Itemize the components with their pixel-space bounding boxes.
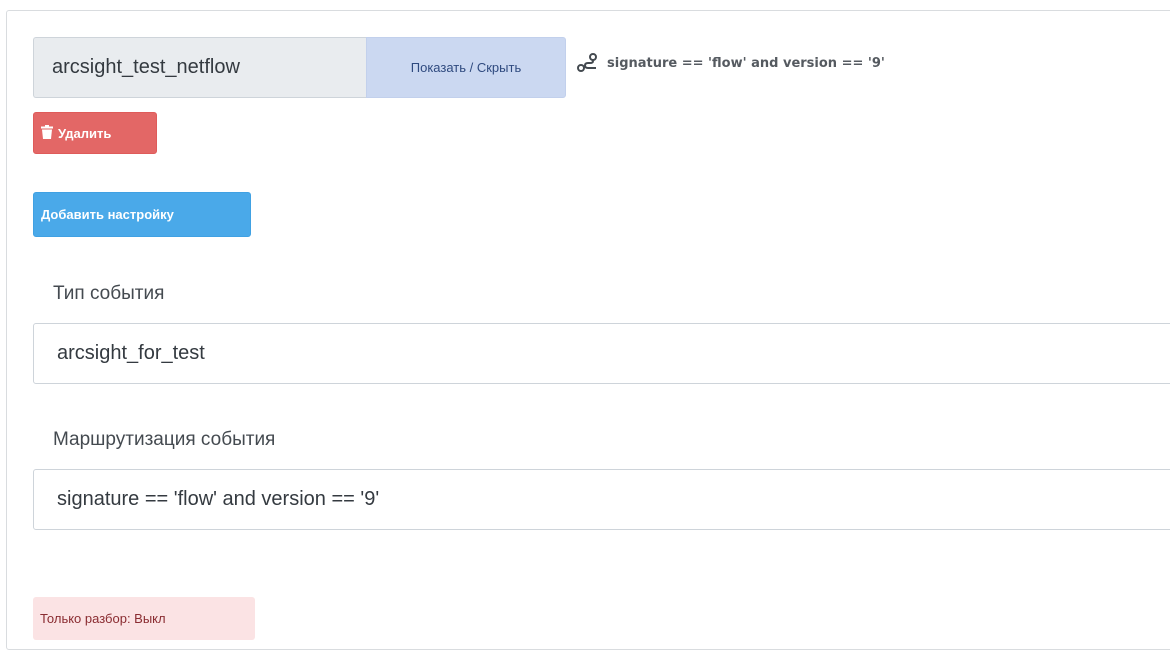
route-summary-text: signature == 'flow' and version == '9': [607, 55, 885, 71]
show-hide-button[interactable]: Показать / Скрыть: [366, 37, 566, 98]
parse-only-badge: Только разбор: Выкл: [33, 597, 255, 640]
trash-icon: [41, 124, 53, 142]
event-routing-input[interactable]: signature == 'flow' and version == '9': [33, 469, 1170, 530]
event-type-input[interactable]: arcsight_for_test: [33, 323, 1170, 384]
route-summary: signature == 'flow' and version == '9': [577, 53, 885, 73]
event-routing-label: Маршрутизация события: [53, 429, 276, 450]
route-icon: [577, 53, 599, 73]
delete-label: Удалить: [58, 125, 112, 141]
source-name-field: arcsight_test_netflow: [33, 37, 366, 98]
event-type-label: Тип события: [53, 283, 165, 304]
source-name-group: arcsight_test_netflow Показать / Скрыть: [33, 37, 566, 98]
delete-button[interactable]: Удалить: [33, 112, 157, 154]
add-setting-button[interactable]: Добавить настройку: [33, 192, 251, 237]
